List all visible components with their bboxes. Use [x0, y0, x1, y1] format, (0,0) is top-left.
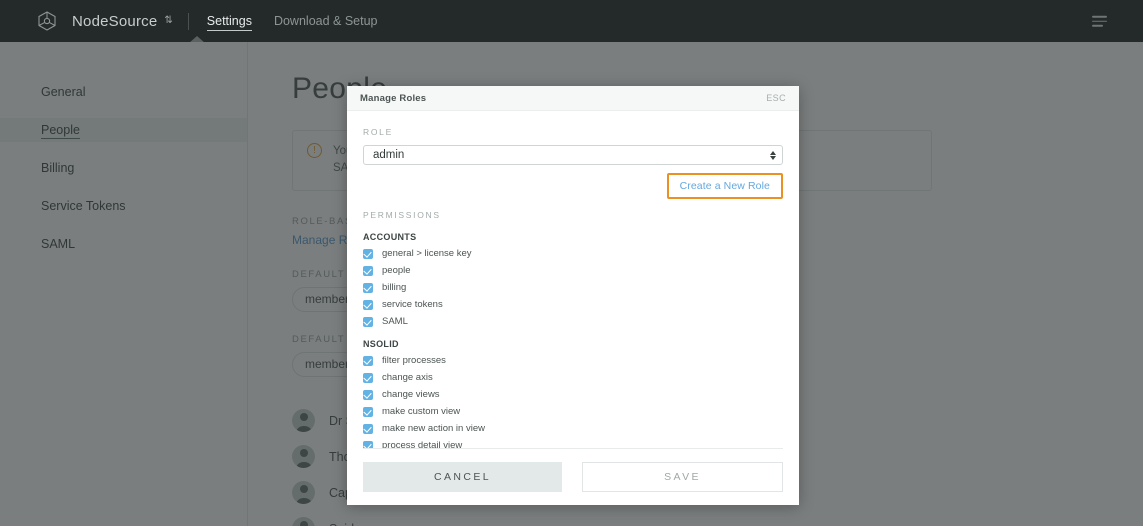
checkbox-checked-icon[interactable] — [363, 265, 373, 276]
modal-title: Manage Roles — [360, 92, 427, 104]
role-select[interactable]: admin — [363, 145, 783, 165]
permission-nsolid-make-custom-view[interactable]: make custom view — [363, 406, 783, 417]
permission-label: make new action in view — [382, 423, 485, 434]
permission-label: SAML — [382, 316, 408, 327]
permissions-label: PERMISSIONS — [363, 210, 441, 220]
role-field-label: ROLE — [363, 127, 393, 137]
checkbox-checked-icon[interactable] — [363, 423, 373, 434]
checkbox-checked-icon[interactable] — [363, 282, 373, 293]
save-button[interactable]: SAVE — [582, 462, 783, 492]
top-navigation-bar: NodeSource ⇅ Settings Download & Setup — [0, 0, 1143, 43]
permission-label: general > license key — [382, 248, 472, 259]
permission-label: change views — [382, 389, 440, 400]
nav-links: Settings Download & Setup — [206, 12, 378, 31]
permission-accounts-service-tokens[interactable]: service tokens — [363, 299, 783, 310]
nodesource-cube-icon[interactable] — [36, 10, 58, 32]
modal-close-esc-button[interactable]: ESC — [766, 93, 786, 103]
checkbox-checked-icon[interactable] — [363, 355, 373, 366]
chevron-updown-icon — [770, 150, 776, 160]
brand-switcher-caret-icon[interactable]: ⇅ — [164, 16, 172, 26]
checkbox-checked-icon[interactable] — [363, 372, 373, 383]
nav-link-download-setup[interactable]: Download & Setup — [274, 12, 378, 30]
permission-label: filter processes — [382, 355, 446, 366]
permission-label: people — [382, 265, 411, 276]
hamburger-menu-icon[interactable] — [1092, 15, 1107, 27]
checkbox-checked-icon[interactable] — [363, 248, 373, 259]
role-select-value: admin — [373, 149, 405, 161]
modal-header: Manage Roles ESC — [347, 86, 799, 111]
permission-nsolid-change-views[interactable]: change views — [363, 389, 783, 400]
permission-label: change axis — [382, 372, 433, 383]
modal-footer: CANCEL SAVE — [347, 449, 799, 505]
manage-roles-modal: Manage Roles ESC ROLE admin Create a New… — [347, 86, 799, 505]
permission-group-accounts-title: ACCOUNTS — [363, 232, 417, 242]
permission-nsolid-change-axis[interactable]: change axis — [363, 372, 783, 383]
permission-label: make custom view — [382, 406, 461, 417]
permission-accounts-billing[interactable]: billing — [363, 282, 783, 293]
create-role-row: Create a New Role — [363, 173, 783, 199]
checkbox-checked-icon[interactable] — [363, 316, 373, 327]
modal-body: ROLE admin Create a New Role PERMISSIONS… — [347, 111, 799, 449]
permission-nsolid-filter-processes[interactable]: filter processes — [363, 355, 783, 366]
checkbox-checked-icon[interactable] — [363, 406, 373, 417]
nav-link-settings[interactable]: Settings — [206, 12, 252, 31]
permission-group-nsolid-title: NSOLID — [363, 339, 399, 349]
permission-label: service tokens — [382, 299, 443, 310]
checkbox-checked-icon[interactable] — [363, 299, 373, 310]
permission-accounts-people[interactable]: people — [363, 265, 783, 276]
checkbox-checked-icon[interactable] — [363, 389, 373, 400]
permission-nsolid-make-new-action-in-view[interactable]: make new action in view — [363, 423, 783, 434]
permission-accounts-saml[interactable]: SAML — [363, 316, 783, 327]
permission-label: billing — [382, 282, 407, 293]
permission-accounts-general-license-key[interactable]: general > license key — [363, 248, 783, 259]
app-root: NodeSource ⇅ Settings Download & Setup G… — [0, 0, 1143, 526]
nav-divider — [187, 12, 189, 30]
modal-body-divider — [363, 448, 783, 449]
brand-name[interactable]: NodeSource — [72, 13, 157, 30]
cancel-button[interactable]: CANCEL — [363, 462, 562, 492]
create-new-role-button[interactable]: Create a New Role — [666, 173, 783, 199]
